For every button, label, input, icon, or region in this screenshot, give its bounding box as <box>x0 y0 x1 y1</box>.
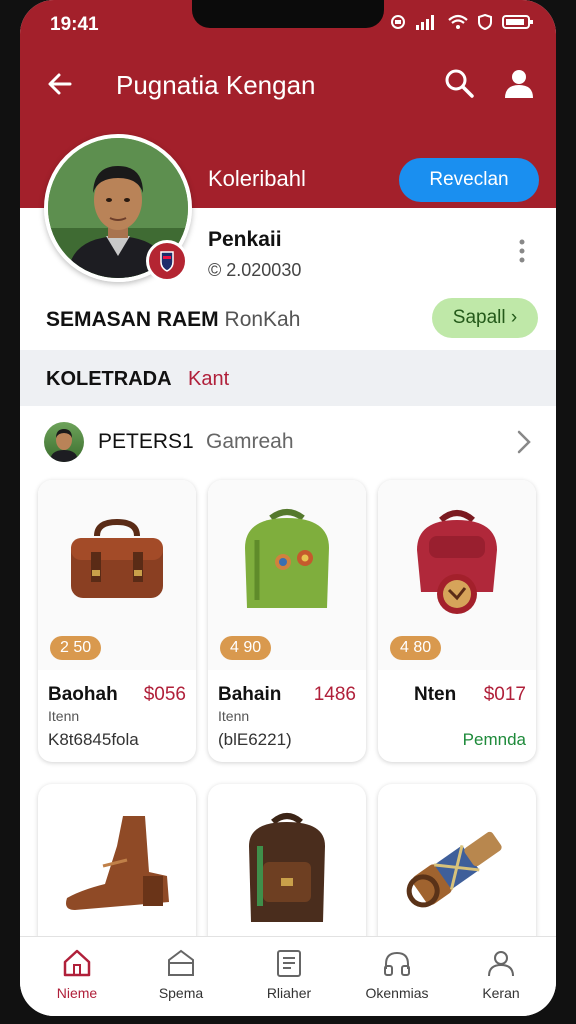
nav-label: Okenmias <box>365 985 429 1001</box>
nav-item-support[interactable]: Okenmias <box>352 947 442 1001</box>
price-tag: 4 80 <box>390 636 442 660</box>
seller-name[interactable]: PETERS1 <box>98 430 194 454</box>
signal-icon <box>416 15 434 30</box>
product-type: Itenn <box>218 708 250 724</box>
see-all-label: Sapall <box>452 307 506 328</box>
store-name: Koleribahl <box>208 166 306 191</box>
app-screen: 19:41 Pugnatia Kengan Koleribahl Revecla… <box>20 0 556 1016</box>
leather-shoe-icon <box>66 816 169 910</box>
section-subtitle: RonKah <box>224 308 301 331</box>
product-name: Nten <box>414 684 457 705</box>
nav-label: Nieme <box>56 985 98 1001</box>
status-icons <box>390 14 534 30</box>
person-name: Penkaii <box>208 228 282 251</box>
product-card[interactable] <box>378 784 536 954</box>
product-code: (blE6221) <box>218 730 292 749</box>
green-backpack-icon <box>245 509 329 608</box>
nav-item-profile[interactable]: Keran <box>456 947 546 1001</box>
battery-icon <box>502 15 533 29</box>
dnd-icon <box>391 15 405 29</box>
leather-bag-icon <box>71 518 163 598</box>
product-name: Bahain <box>218 684 282 705</box>
account-icon[interactable] <box>502 66 536 100</box>
red-backpack-icon <box>417 510 497 614</box>
follow-button[interactable]: Reveclan <box>399 158 539 202</box>
product-name: Baohah <box>48 684 118 705</box>
price-tag: 2 50 <box>50 636 102 660</box>
product-type: Itenn <box>48 708 80 724</box>
nav-label: Spema <box>158 985 204 1001</box>
nav-label: Rliaher <box>266 985 312 1001</box>
phone-frame: 19:41 Pugnatia Kengan Koleribahl Revecla… <box>0 0 576 1024</box>
chevron-right-icon: › <box>510 307 518 328</box>
price-tag: 4 90 <box>220 636 272 660</box>
see-all-button[interactable]: Sapall › <box>432 298 538 338</box>
section-title: SEMASAN RAEM <box>46 308 219 331</box>
product-card[interactable]: 4 90 Bahain 1486 Itenn (blE6221) <box>208 480 366 762</box>
status-time: 19:41 <box>50 14 99 35</box>
nav-label: Keran <box>482 985 520 1001</box>
dark-backpack-icon <box>249 813 325 922</box>
product-price: $056 <box>143 684 186 705</box>
profile-icon <box>488 951 514 977</box>
more-options-icon[interactable] <box>516 238 528 264</box>
store-icon <box>168 949 194 976</box>
document-icon <box>277 950 301 977</box>
nav-item-orders[interactable]: Rliaher <box>244 947 334 1001</box>
seller-avatar[interactable] <box>44 422 84 462</box>
product-card[interactable] <box>208 784 366 954</box>
product-card[interactable]: 4 80 Nten $017 Pemnda <box>378 480 536 762</box>
back-arrow-icon[interactable] <box>44 68 76 100</box>
nav-item-store[interactable]: Spema <box>136 947 226 1001</box>
top-app-bar: Pugnatia Kengan <box>20 60 556 110</box>
search-icon[interactable] <box>442 66 476 100</box>
home-icon <box>63 949 91 977</box>
product-card[interactable]: 2 50 Baohah $056 Itenn K8t6845fola <box>38 480 196 762</box>
camera-notch <box>192 0 384 28</box>
shield-icon <box>478 14 492 30</box>
product-code: K8t6845fola <box>48 730 139 749</box>
seller-photo-icon <box>50 429 78 462</box>
team-badge-icon <box>146 240 188 282</box>
collection-title: KOLETRADA <box>46 368 172 390</box>
follower-count: © 2.020030 <box>208 260 302 280</box>
headphones-icon <box>384 951 410 976</box>
product-price: $017 <box>483 684 526 705</box>
bottom-navigation: Nieme Spema Rliaher Okenmias Keran <box>20 936 556 1016</box>
collection-subtitle[interactable]: Kant <box>188 368 229 391</box>
product-price: 1486 <box>313 684 356 705</box>
seller-subtitle: Gamreah <box>206 430 294 453</box>
chevron-right-icon[interactable] <box>514 428 534 456</box>
nav-item-home[interactable]: Nieme <box>32 947 122 1001</box>
page-title: Pugnatia Kengan <box>116 70 316 100</box>
section-heading: SEMASAN RAEM RonKah <box>46 308 300 332</box>
product-status: Pemnda <box>462 730 526 749</box>
telescope-icon <box>406 831 502 908</box>
product-card[interactable] <box>38 784 196 954</box>
wifi-icon <box>448 14 468 29</box>
